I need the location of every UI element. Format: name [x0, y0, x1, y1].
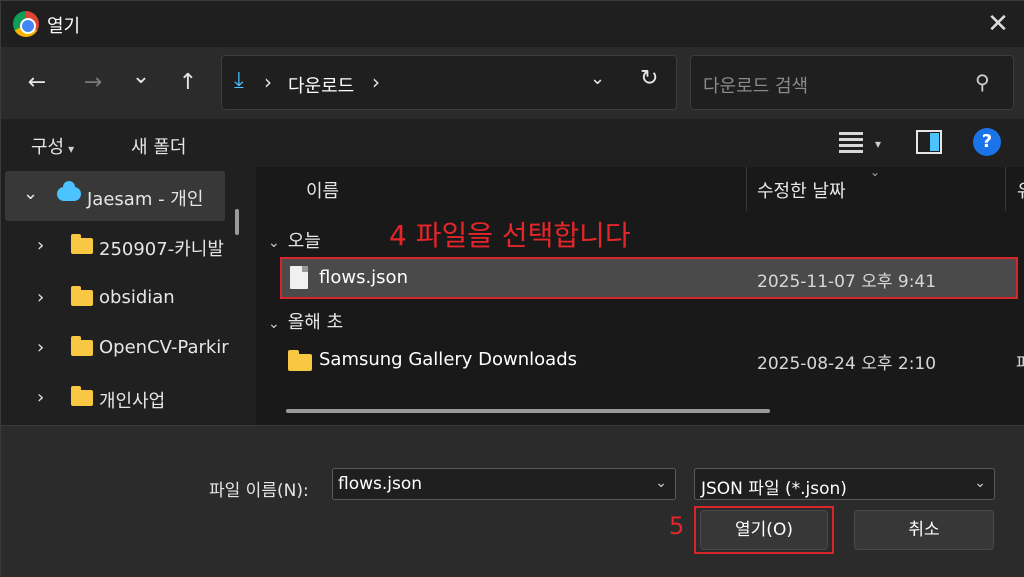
file-name: Samsung Gallery Downloads — [319, 349, 578, 370]
column-divider[interactable] — [746, 167, 747, 211]
sidebar-item-label: 개인사업 — [99, 391, 166, 412]
folder-icon — [71, 286, 93, 306]
recent-locations-button[interactable]: ⌄ — [125, 61, 157, 93]
caret-down-icon: ▾ — [68, 142, 75, 156]
sidebar-item-folder[interactable]: › OpenCV-Parkir — [1, 323, 233, 373]
download-icon: ⤓ — [234, 68, 244, 93]
annotation-step-4: 4 파일을 선택합니다 — [389, 219, 631, 252]
horizontal-scrollbar[interactable] — [286, 409, 770, 413]
annotation-highlight-box — [280, 257, 1018, 299]
address-bar[interactable]: ⤓ › 다운로드 › ⌄ ↻ — [221, 55, 677, 110]
folder-icon — [71, 386, 93, 406]
chevron-down-icon[interactable]: ⌄ — [590, 68, 605, 89]
search-input[interactable]: 다운로드 검색 ⚲ — [690, 55, 1014, 110]
sidebar-item-label: OpenCV-Parkir — [99, 337, 229, 358]
sidebar-item-label: Jaesam - 개인 — [87, 189, 204, 210]
onedrive-cloud-icon — [57, 181, 81, 201]
folder-icon — [288, 350, 312, 371]
organize-label: 구성 — [31, 137, 65, 158]
dialog-footer: 파일 이름(N): flows.json ⌄ JSON 파일 (*.json) … — [1, 425, 1024, 577]
file-type: 파 — [1016, 354, 1024, 374]
chrome-icon — [13, 11, 39, 37]
open-button[interactable]: 열기(O) — [700, 510, 828, 550]
navigation-bar: ← → ⌄ ↑ ⤓ › 다운로드 › ⌄ ↻ 다운로드 검색 ⚲ — [1, 47, 1024, 119]
folder-icon — [71, 336, 93, 356]
column-header-type[interactable]: 유 — [1017, 177, 1024, 203]
chevron-right-icon[interactable]: › — [37, 235, 44, 256]
group-header-this-year[interactable]: ⌄ 올해 초 — [268, 308, 343, 334]
refresh-icon[interactable]: ↻ — [640, 66, 658, 91]
preview-pane-icon[interactable] — [916, 130, 942, 154]
search-placeholder: 다운로드 검색 — [703, 76, 809, 97]
search-icon[interactable]: ⚲ — [975, 70, 990, 94]
chevron-down-icon[interactable]: ⌄ — [655, 475, 667, 491]
file-open-dialog: 열기 ✕ ← → ⌄ ↑ ⤓ › 다운로드 › ⌄ ↻ 다운로드 검색 ⚲ 구성… — [0, 0, 1024, 577]
filename-value: flows.json — [338, 474, 423, 494]
breadcrumb-downloads[interactable]: 다운로드 — [288, 72, 354, 98]
group-header-today[interactable]: ⌄ 오늘 — [268, 227, 321, 253]
title-bar: 열기 ✕ — [1, 1, 1024, 47]
group-label: 오늘 — [287, 231, 321, 252]
column-header-date[interactable]: 수정한 날짜 — [757, 177, 846, 203]
chevron-right-icon[interactable]: › — [37, 337, 44, 358]
close-button[interactable]: ✕ — [979, 5, 1017, 43]
sidebar-scrollbar[interactable] — [235, 209, 239, 235]
chevron-down-icon[interactable]: ⌄ — [23, 183, 38, 204]
forward-button[interactable]: → — [77, 67, 109, 99]
file-row[interactable]: Samsung Gallery Downloads 2025-08-24 오후 … — [280, 341, 1024, 379]
sidebar-item-label: obsidian — [99, 287, 175, 308]
sidebar-item-label: 250907-카니발 — [99, 239, 224, 260]
cancel-button[interactable]: 취소 — [854, 510, 994, 550]
back-button[interactable]: ← — [21, 67, 53, 99]
annotation-step-5: 5 — [669, 512, 685, 540]
up-button[interactable]: ↑ — [172, 67, 204, 99]
column-header-name[interactable]: 이름 — [306, 177, 339, 203]
command-toolbar: 구성 ▾ 새 폴더 ▾ ? — [1, 119, 1024, 167]
file-date: 2025-08-24 오후 2:10 — [757, 354, 937, 374]
organize-menu[interactable]: 구성 ▾ — [31, 133, 74, 159]
filename-input[interactable]: flows.json ⌄ — [332, 468, 676, 500]
chevron-right-icon[interactable]: › — [37, 387, 44, 408]
sidebar-item-onedrive[interactable]: ⌄ Jaesam - 개인 — [5, 171, 225, 221]
chevron-down-icon[interactable]: ⌄ — [974, 475, 986, 491]
chevron-right-icon[interactable]: › — [37, 287, 44, 308]
filter-value: JSON 파일 (*.json) — [701, 479, 847, 499]
sidebar-item-folder[interactable]: › 개인사업 — [1, 373, 233, 423]
caret-down-icon[interactable]: ▾ — [875, 137, 881, 151]
sidebar-item-folder[interactable]: › 250907-카니발 — [1, 221, 233, 271]
navigation-pane: ⌄ Jaesam - 개인 › 250907-카니발 › obsidian › … — [1, 167, 253, 425]
help-icon[interactable]: ? — [973, 128, 1001, 156]
dialog-title: 열기 — [47, 16, 81, 37]
chevron-right-icon[interactable]: › — [372, 70, 380, 94]
chevron-down-icon: ⌄ — [268, 235, 280, 251]
new-folder-button[interactable]: 새 폴더 — [131, 133, 186, 159]
folder-icon — [71, 234, 93, 254]
group-label: 올해 초 — [287, 312, 344, 333]
sidebar-item-folder[interactable]: › obsidian — [1, 273, 233, 323]
filename-label: 파일 이름(N): — [209, 481, 309, 501]
column-divider[interactable] — [1005, 167, 1006, 211]
file-type-filter[interactable]: JSON 파일 (*.json) ⌄ — [694, 468, 995, 500]
chevron-right-icon[interactable]: › — [264, 70, 272, 94]
sort-indicator-icon: ⌄ — [870, 167, 881, 179]
chevron-down-icon: ⌄ — [268, 316, 280, 332]
view-list-icon[interactable] — [839, 132, 863, 154]
